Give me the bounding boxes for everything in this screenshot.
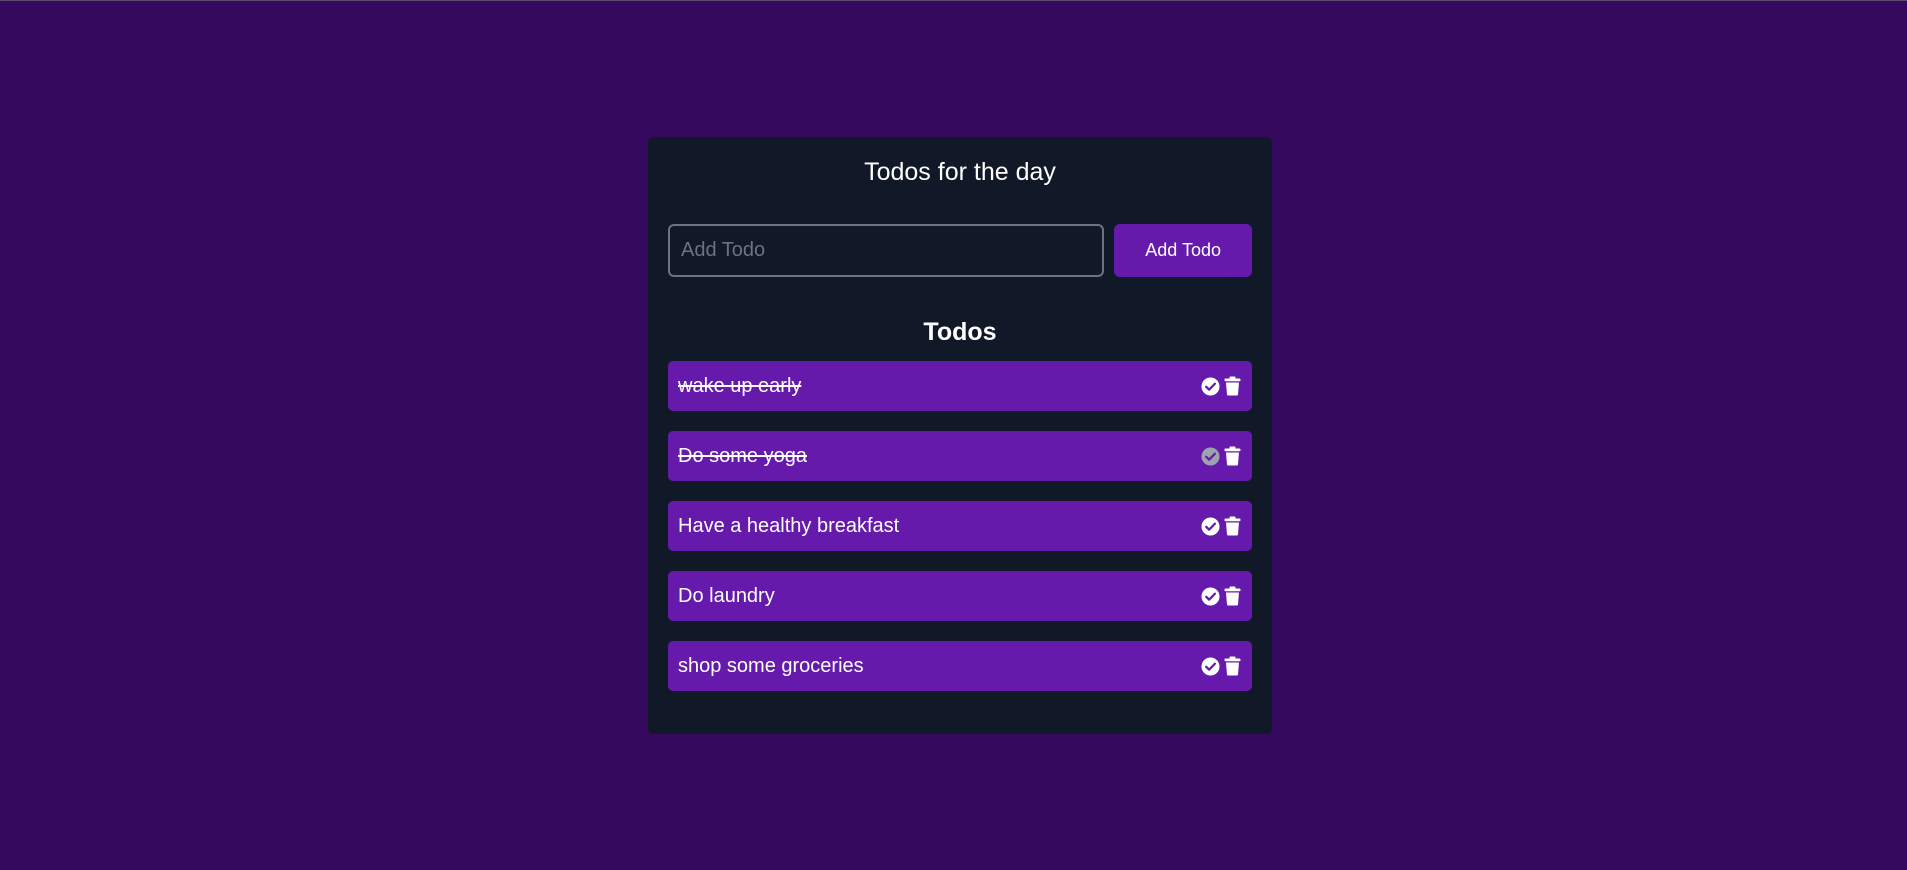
check-circle-icon[interactable]	[1200, 655, 1220, 677]
add-todo-input[interactable]	[668, 224, 1105, 277]
todo-text: Have a healthy breakfast	[678, 514, 900, 537]
trash-icon[interactable]	[1222, 445, 1242, 467]
todo-item: Have a healthy breakfast	[668, 501, 1252, 551]
todos-heading: Todos	[923, 318, 997, 346]
todo-actions	[1200, 445, 1242, 467]
todo-item: shop some groceries	[668, 641, 1252, 691]
todo-actions	[1200, 655, 1242, 677]
todo-item: Do some yoga	[668, 431, 1252, 481]
top-border	[0, 0, 1907, 1]
todo-item: Do laundry	[668, 571, 1252, 621]
check-circle-icon[interactable]	[1200, 445, 1220, 467]
todo-text: Do some yoga	[678, 444, 807, 467]
todo-list: wake up early Do some yoga Have a health…	[668, 361, 1252, 691]
todo-actions	[1200, 375, 1242, 397]
todo-text: shop some groceries	[678, 654, 864, 677]
todo-text: Do laundry	[678, 584, 775, 607]
check-circle-icon[interactable]	[1200, 515, 1220, 537]
check-circle-icon[interactable]	[1200, 375, 1220, 397]
trash-icon[interactable]	[1222, 375, 1242, 397]
todo-actions	[1200, 585, 1242, 607]
add-todo-form: Add Todo	[668, 224, 1252, 277]
trash-icon[interactable]	[1222, 515, 1242, 537]
trash-icon[interactable]	[1222, 655, 1242, 677]
todo-text: wake up early	[678, 374, 802, 397]
todo-item: wake up early	[668, 361, 1252, 411]
check-circle-icon[interactable]	[1200, 585, 1220, 607]
page-title: Todos for the day	[864, 158, 1056, 186]
trash-icon[interactable]	[1222, 585, 1242, 607]
todo-actions	[1200, 515, 1242, 537]
add-todo-button[interactable]: Add Todo	[1114, 224, 1252, 277]
todo-card: Todos for the day Add Todo Todos wake up…	[648, 137, 1272, 734]
